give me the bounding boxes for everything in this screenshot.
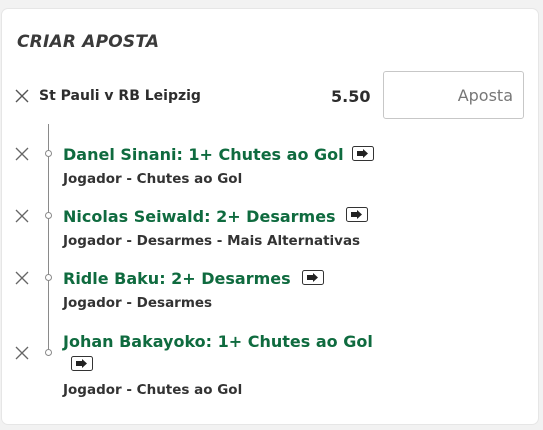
remove-selection-close-icon[interactable] (15, 346, 29, 360)
selection-timeline-line (48, 124, 49, 356)
timeline-dot (45, 349, 52, 356)
selection-market: Jogador - Desarmes (63, 295, 213, 311)
selection-market: Jogador - Desarmes - Mais Alternativas (63, 233, 361, 249)
stake-input[interactable] (383, 71, 524, 119)
bet-builder-icon[interactable] (346, 207, 368, 222)
timeline-dot (45, 212, 52, 219)
remove-selection-close-icon[interactable] (15, 271, 29, 285)
selection-name: Ridle Baku: 2+ Desarmes (63, 269, 291, 288)
selection-name: Nicolas Seiwald: 2+ Desarmes (63, 207, 336, 226)
bet-builder-icon[interactable] (352, 146, 374, 161)
remove-selection-close-icon[interactable] (15, 147, 29, 161)
bet-slip-title: CRIAR APOSTA (17, 32, 160, 52)
bet-builder-icon[interactable] (302, 270, 324, 285)
timeline-dot (45, 150, 52, 157)
selection-market: Jogador - Chutes ao Gol (63, 382, 243, 398)
timeline-dot (45, 274, 52, 281)
selection-market: Jogador - Chutes ao Gol (63, 171, 243, 187)
selection-name: Danel Sinani: 1+ Chutes ao Gol (63, 145, 344, 164)
remove-selection-close-icon[interactable] (15, 209, 29, 223)
selection-name: Johan Bakayoko: 1+ Chutes ao Gol (63, 332, 373, 351)
bet-builder-icon[interactable] (71, 356, 93, 371)
bet-odds: 5.50 (331, 87, 371, 106)
remove-bet-close-icon[interactable] (15, 89, 29, 103)
match-name: St Pauli v RB Leipzig (39, 88, 201, 104)
